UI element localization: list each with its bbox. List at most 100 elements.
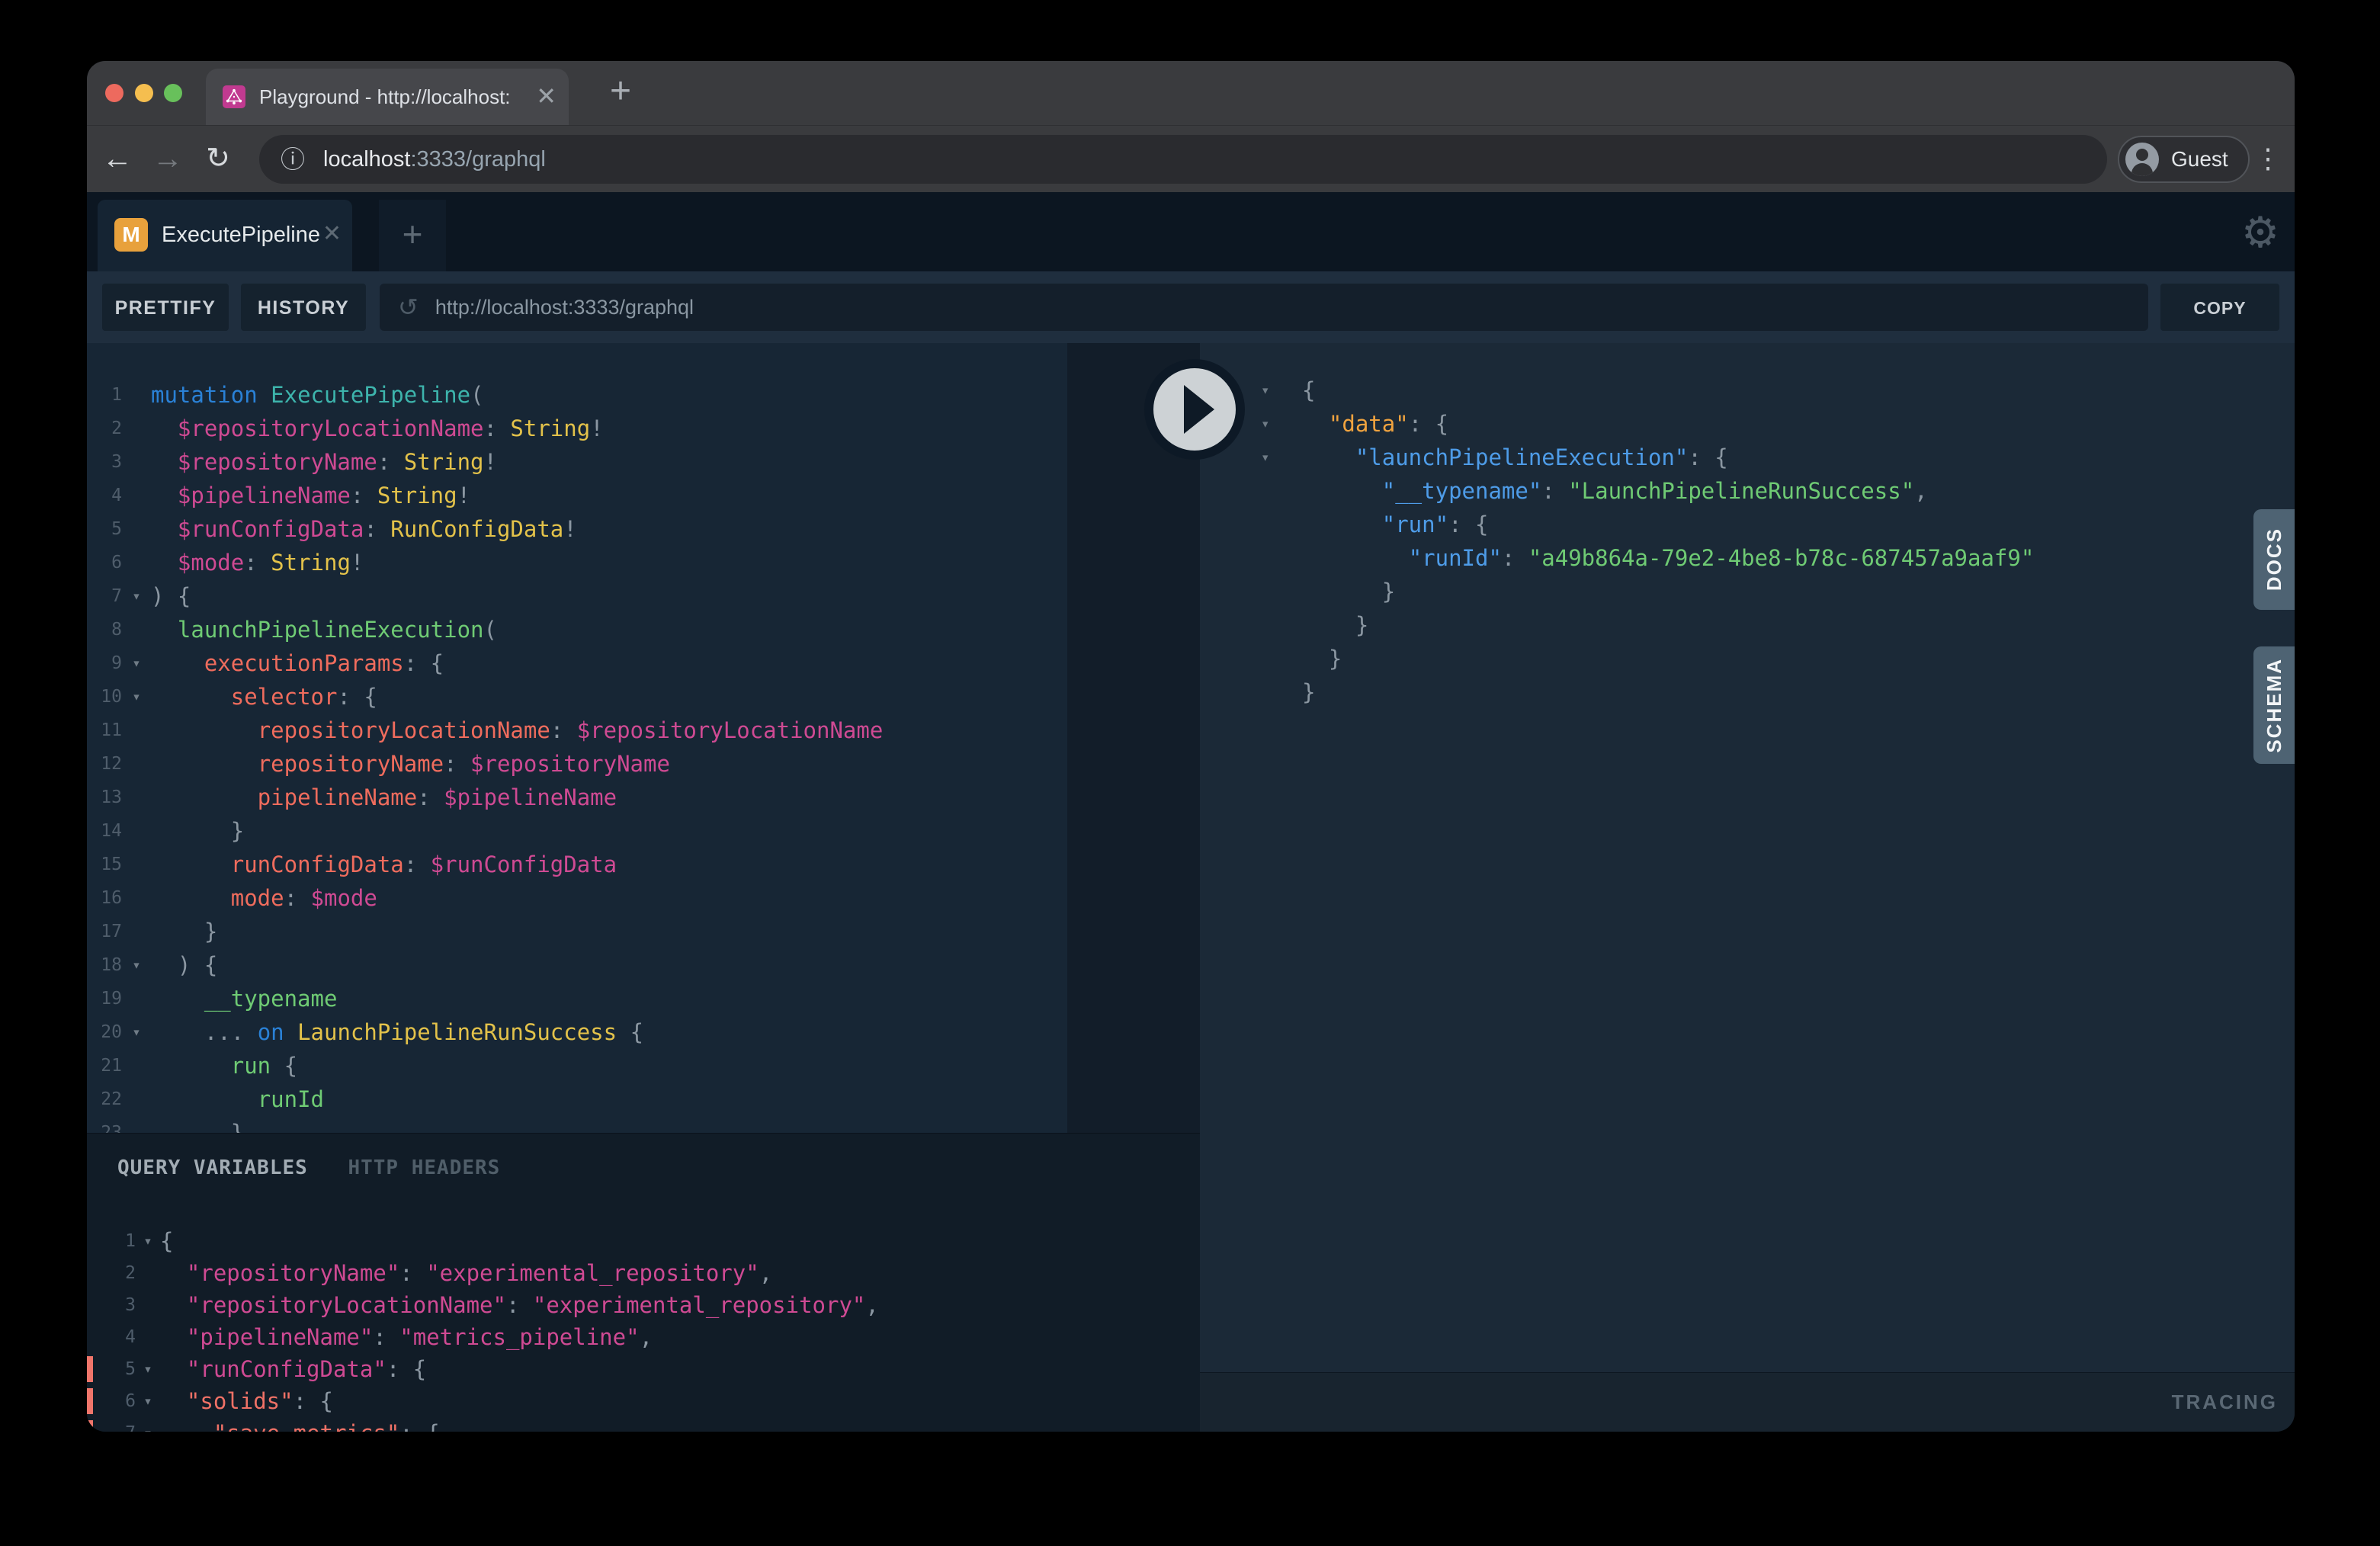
line-number: 23 (87, 1116, 122, 1133)
code-line[interactable]: 4 "pipelineName": "metrics_pipeline", (87, 1321, 1200, 1353)
browser-toolbar: ← → ↻ ⓘ localhost:3333/graphql Guest ⋮ (87, 125, 2295, 192)
session-close-icon[interactable]: ✕ (322, 200, 342, 271)
window-maximize-button[interactable] (164, 84, 182, 102)
code-line[interactable]: 7▾) { (87, 579, 1067, 613)
code-line[interactable]: 14 } (87, 814, 1067, 848)
code-line[interactable]: } (1261, 575, 2295, 608)
browser-menu-icon[interactable]: ⋮ (2249, 126, 2287, 193)
prettify-button[interactable]: PRETTIFY (102, 284, 229, 331)
address-bar[interactable]: ⓘ localhost:3333/graphql (259, 135, 2107, 184)
copy-curl-button[interactable]: COPY CURL (2160, 284, 2279, 331)
code-line[interactable]: 1▾{ (87, 1225, 1200, 1257)
fold-arrow-icon[interactable]: ▾ (136, 1385, 160, 1417)
tracing-bar[interactable]: TRACING (1200, 1372, 2295, 1432)
execute-button[interactable] (1144, 359, 1245, 460)
code-line[interactable]: 17 } (87, 915, 1067, 948)
reload-icon[interactable]: ↻ (197, 126, 239, 193)
code-line[interactable]: 22 runId (87, 1083, 1067, 1116)
site-info-icon[interactable]: ⓘ (281, 147, 305, 172)
line-number: 2 (87, 1257, 136, 1289)
fold-spacer (1261, 608, 1302, 642)
query-editor[interactable]: 1mutation ExecutePipeline(2 $repositoryL… (87, 343, 1067, 1133)
code-text: pipelineName: $pipelineName (151, 781, 617, 814)
fold-arrow-icon[interactable]: ▾ (122, 948, 151, 982)
response-viewer[interactable]: ▾{▾ "data": {▾ "launchPipelineExecution"… (1200, 343, 2295, 1372)
code-line[interactable]: 4 $pipelineName: String! (87, 479, 1067, 512)
fold-arrow-icon[interactable]: ▾ (1261, 374, 1302, 407)
fold-arrow-icon[interactable]: ▾ (136, 1417, 160, 1432)
tab-http-headers[interactable]: HTTP HEADERS (348, 1156, 500, 1179)
fold-arrow-icon[interactable]: ▾ (1261, 407, 1302, 441)
fold-arrow-icon[interactable]: ▾ (122, 680, 151, 714)
code-text: } (1302, 608, 1368, 642)
fold-arrow-icon[interactable]: ▾ (122, 1015, 151, 1049)
tab-query-variables[interactable]: QUERY VARIABLES (117, 1156, 308, 1179)
code-line[interactable]: 6 $mode: String! (87, 546, 1067, 579)
browser-tab[interactable]: Playground - http://localhost:3 ✕ (206, 69, 569, 125)
code-line[interactable]: 21 run { (87, 1049, 1067, 1083)
docs-tab-label: DOCS (2263, 528, 2286, 591)
code-line[interactable]: 12 repositoryName: $repositoryName (87, 747, 1067, 781)
fold-spacer (122, 781, 151, 814)
play-icon (1184, 385, 1214, 434)
code-line[interactable]: 9▾ executionParams: { (87, 646, 1067, 680)
fold-arrow-icon[interactable]: ▾ (122, 579, 151, 613)
code-line[interactable]: "run": { (1261, 508, 2295, 541)
code-line[interactable]: } (1261, 675, 2295, 709)
code-line[interactable]: 20▾ ... on LaunchPipelineRunSuccess { (87, 1015, 1067, 1049)
code-line[interactable]: 6▾ "solids": { (87, 1385, 1200, 1417)
code-line[interactable]: 7▾ "save_metrics": { (87, 1417, 1200, 1432)
reload-schema-icon[interactable]: ↺ (398, 295, 419, 319)
code-line[interactable]: } (1261, 642, 2295, 675)
line-number: 1 (87, 1225, 136, 1257)
endpoint-input[interactable]: ↺ http://localhost:3333/graphql (380, 284, 2148, 331)
code-line[interactable]: 2 "repositoryName": "experimental_reposi… (87, 1257, 1200, 1289)
code-line[interactable]: ▾ "data": { (1261, 407, 2295, 441)
code-line[interactable]: 15 runConfigData: $runConfigData (87, 848, 1067, 881)
docs-tab[interactable]: DOCS (2253, 509, 2295, 610)
profile-button[interactable]: Guest (2118, 136, 2250, 183)
fold-spacer (122, 982, 151, 1015)
code-line[interactable]: ▾ "launchPipelineExecution": { (1261, 441, 2295, 474)
window-close-button[interactable] (105, 84, 123, 102)
code-line[interactable]: 3 "repositoryLocationName": "experimenta… (87, 1289, 1200, 1321)
code-line[interactable]: 1mutation ExecutePipeline( (87, 378, 1067, 412)
fold-arrow-icon[interactable]: ▾ (122, 646, 151, 680)
code-line[interactable]: 16 mode: $mode (87, 881, 1067, 915)
forward-icon[interactable]: → (146, 126, 189, 193)
variables-lines[interactable]: 1▾{2 "repositoryName": "experimental_rep… (87, 1225, 1200, 1432)
code-line[interactable]: 3 $repositoryName: String! (87, 445, 1067, 479)
code-line[interactable]: } (1261, 608, 2295, 642)
fold-arrow-icon[interactable]: ▾ (1261, 441, 1302, 474)
code-line[interactable]: 2 $repositoryLocationName: String! (87, 412, 1067, 445)
line-number: 16 (87, 881, 122, 915)
fold-arrow-icon[interactable]: ▾ (136, 1353, 160, 1385)
code-line[interactable]: 5 $runConfigData: RunConfigData! (87, 512, 1067, 546)
code-line[interactable]: 23 } (87, 1116, 1067, 1133)
code-line[interactable]: 11 repositoryLocationName: $repositoryLo… (87, 714, 1067, 747)
add-session-button[interactable]: + (379, 200, 446, 271)
fold-spacer (1261, 508, 1302, 541)
line-number: 8 (87, 613, 122, 646)
window-minimize-button[interactable] (135, 84, 153, 102)
settings-gear-icon[interactable]: ⚙ (2234, 206, 2287, 259)
code-line[interactable]: 19 __typename (87, 982, 1067, 1015)
session-tab[interactable]: M ExecutePipeline ✕ (98, 200, 352, 271)
code-line[interactable]: "__typename": "LaunchPipelineRunSuccess"… (1261, 474, 2295, 508)
code-text: repositoryName: $repositoryName (151, 747, 670, 781)
code-line[interactable]: 10▾ selector: { (87, 680, 1067, 714)
fold-spacer (122, 512, 151, 546)
code-line[interactable]: 13 pipelineName: $pipelineName (87, 781, 1067, 814)
back-icon[interactable]: ← (96, 126, 139, 193)
fold-arrow-icon[interactable]: ▾ (136, 1225, 160, 1257)
code-line[interactable]: "runId": "a49b864a-79e2-4be8-b78c-687457… (1261, 541, 2295, 575)
new-tab-button[interactable]: + (589, 61, 653, 125)
code-line[interactable]: ▾{ (1261, 374, 2295, 407)
code-line[interactable]: 5▾ "runConfigData": { (87, 1353, 1200, 1385)
history-button[interactable]: HISTORY (241, 284, 366, 331)
code-line[interactable]: 8 launchPipelineExecution( (87, 613, 1067, 646)
code-line[interactable]: 18▾ ) { (87, 948, 1067, 982)
error-marker (87, 1356, 93, 1382)
schema-tab[interactable]: SCHEMA (2253, 646, 2295, 764)
tab-close-icon[interactable]: ✕ (536, 69, 557, 125)
